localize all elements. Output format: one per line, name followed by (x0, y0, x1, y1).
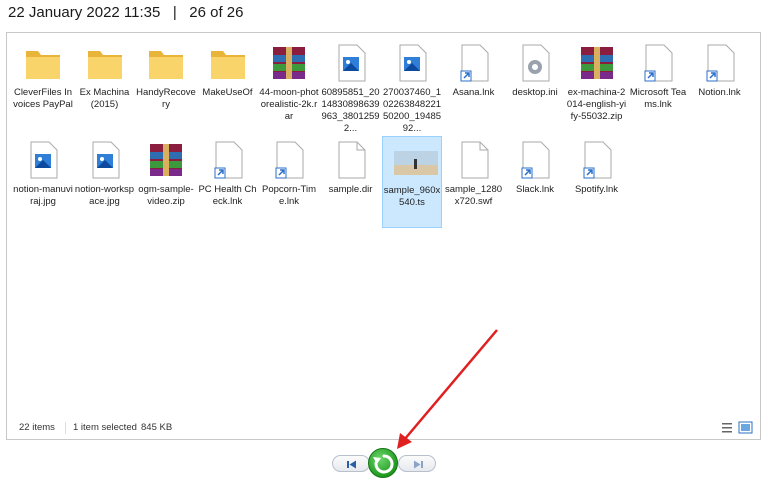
file-name: Slack.lnk (515, 184, 554, 195)
file-name: PC Health Check.lnk (198, 184, 257, 207)
file-item[interactable]: sample_960x540.ts (382, 136, 442, 228)
file-item[interactable]: 60895851_2014830898639963_38012592... (321, 39, 381, 134)
folder-icon (146, 43, 186, 83)
file-name: Spotify.lnk (574, 184, 619, 195)
file-name: Popcorn-Time.lnk (261, 184, 317, 207)
file-name: notion-workspace.jpg (74, 184, 135, 207)
file-name: Asana.lnk (452, 87, 495, 98)
file-item[interactable]: Microsoft Teams.lnk (628, 39, 688, 131)
file-name: MakeUseOf (202, 87, 253, 98)
file-item[interactable]: sample_1280x720.swf (444, 136, 504, 228)
file-icon (331, 140, 371, 180)
playback-controls (332, 448, 436, 478)
folder-icon (85, 43, 125, 83)
item-count: 22 items (19, 422, 55, 433)
image-file-icon (331, 43, 371, 83)
shortcut-icon (638, 43, 678, 83)
details-view-icon (722, 423, 732, 433)
file-explorer-screenshot: CleverFiles Invoices PayPal Ex Machina (2… (6, 32, 761, 440)
view-toggle (720, 421, 754, 435)
next-button[interactable] (398, 455, 436, 472)
file-item[interactable]: notion-workspace.jpg (75, 136, 135, 228)
file-name: ex-machina-2014-english-yify-55032.zip (566, 87, 627, 122)
file-icon (454, 140, 494, 180)
file-item[interactable]: desktop.ini (505, 39, 565, 131)
replay-icon (373, 454, 394, 474)
file-item[interactable]: ex-machina-2014-english-yify-55032.zip (567, 39, 627, 131)
file-item[interactable]: HandyRecovery (136, 39, 196, 131)
file-name: ogm-sample-video.zip (138, 184, 194, 207)
image-file-icon (85, 140, 125, 180)
file-item[interactable]: ogm-sample-video.zip (136, 136, 196, 228)
shortcut-icon (577, 140, 617, 180)
slideshow-header: 22 January 2022 11:35 | 26 of 26 (8, 4, 244, 21)
view-icons-svg (722, 421, 753, 434)
file-item[interactable]: sample.dir (321, 136, 381, 228)
previous-button[interactable] (332, 455, 370, 472)
file-name: 270037460_10226384822150200_1948592... (382, 87, 442, 134)
file-item[interactable]: 270037460_10226384822150200_1948592... (382, 39, 442, 134)
replay-button[interactable] (368, 448, 398, 478)
settings-file-icon (515, 43, 555, 83)
file-name: Notion.lnk (698, 87, 741, 98)
file-name: 44-moon-photorealistic-2k.rar (259, 87, 319, 122)
folder-icon (23, 43, 63, 83)
file-name: Ex Machina (2015) (79, 87, 130, 110)
photo-datetime: 22 January 2022 11:35 (8, 4, 161, 21)
file-name: CleverFiles Invoices PayPal (13, 87, 73, 110)
selection-size: 845 KB (141, 422, 173, 433)
file-item[interactable]: notion-manuviraj.jpg (13, 136, 73, 228)
shortcut-icon (454, 43, 494, 83)
file-name: sample_960x540.ts (383, 185, 441, 208)
folder-icon (208, 43, 248, 83)
shortcut-icon (700, 43, 740, 83)
skip-forward-icon (414, 460, 423, 469)
file-name: sample.dir (328, 184, 373, 195)
file-item[interactable]: Spotify.lnk (567, 136, 627, 228)
file-item[interactable]: MakeUseOf (198, 39, 258, 131)
archive-icon (269, 43, 309, 83)
shortcut-icon (515, 140, 555, 180)
header-separator: | (172, 4, 177, 21)
status-divider (65, 422, 66, 434)
file-name: HandyRecovery (136, 87, 196, 110)
shortcut-icon (208, 140, 248, 180)
file-item[interactable]: PC Health Check.lnk (198, 136, 258, 228)
shortcut-icon (269, 140, 309, 180)
file-name: notion-manuviraj.jpg (13, 184, 73, 207)
image-file-icon (392, 43, 432, 83)
file-item[interactable]: 44-moon-photorealistic-2k.rar (259, 39, 319, 131)
archive-icon (146, 140, 186, 180)
file-item[interactable]: Ex Machina (2015) (75, 39, 135, 131)
file-name: Microsoft Teams.lnk (629, 87, 687, 110)
image-file-icon (23, 140, 63, 180)
file-name: sample_1280x720.swf (444, 184, 503, 207)
status-bar: 22 items 1 item selected 845 KB (7, 417, 760, 439)
file-name: 60895851_2014830898639963_38012592... (321, 87, 380, 134)
large-icons-view-icon (738, 421, 753, 434)
archive-icon (577, 43, 617, 83)
file-item[interactable]: Popcorn-Time.lnk (259, 136, 319, 228)
skip-back-icon (347, 460, 356, 469)
file-item[interactable]: Asana.lnk (444, 39, 504, 131)
file-item[interactable]: Slack.lnk (505, 136, 565, 228)
file-name: desktop.ini (512, 87, 558, 98)
photo-position: 26 of 26 (189, 4, 244, 21)
file-item[interactable]: CleverFiles Invoices PayPal (13, 39, 73, 131)
video-thumbnail (392, 141, 438, 181)
selection-count: 1 item selected (73, 422, 137, 433)
file-item[interactable]: Notion.lnk (690, 39, 750, 131)
